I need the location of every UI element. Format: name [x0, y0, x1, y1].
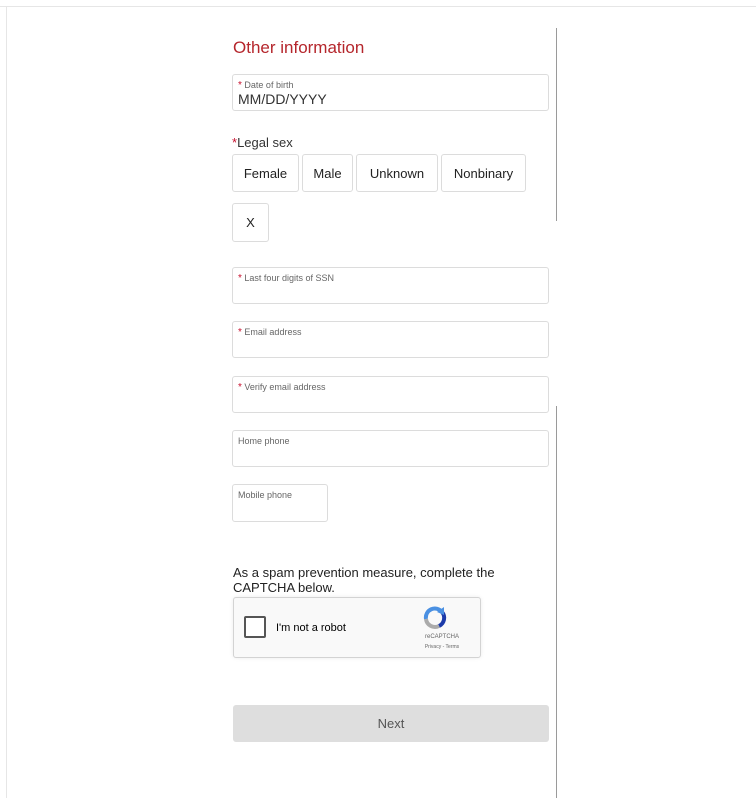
- mobile-phone-label: Mobile phone: [238, 490, 293, 500]
- recaptcha-checkbox[interactable]: [244, 616, 266, 638]
- required-marker: *: [238, 273, 242, 284]
- mobile-phone-field[interactable]: Mobile phone: [232, 484, 328, 522]
- required-marker: *: [238, 80, 242, 91]
- required-marker: *: [238, 327, 242, 338]
- home-phone-label: Home phone: [238, 436, 290, 446]
- legal-sex-label: *Legal sex: [232, 135, 293, 150]
- legal-sex-option-x[interactable]: X: [232, 203, 269, 242]
- recaptcha-logo-icon: [423, 606, 447, 629]
- home-phone-field[interactable]: Home phone: [232, 430, 549, 467]
- frame-left-border: [6, 6, 7, 798]
- date-of-birth-placeholder: MM/DD/YYYY: [238, 91, 327, 107]
- ssn-last-four-label: * Last four digits of SSN: [238, 273, 334, 284]
- section-title: Other information: [233, 38, 365, 57]
- divider-line-top: [556, 28, 557, 221]
- recaptcha-label: I'm not a robot: [276, 622, 346, 634]
- recaptcha-brand: reCAPTCHA: [424, 634, 459, 640]
- ssn-last-four-field[interactable]: * Last four digits of SSN: [232, 267, 549, 304]
- recaptcha-widget: I'm not a robot reCAPTCHA Privacy - Term…: [233, 597, 481, 658]
- verify-email-field[interactable]: * Verify email address: [232, 376, 549, 413]
- email-field[interactable]: * Email address: [232, 321, 549, 358]
- required-marker: *: [238, 382, 242, 393]
- legal-sex-option-unknown[interactable]: Unknown: [356, 154, 438, 192]
- date-of-birth-field[interactable]: * Date of birth MM/DD/YYYY: [232, 74, 549, 111]
- recaptcha-privacy-terms[interactable]: Privacy - Terms: [414, 644, 470, 650]
- date-of-birth-label: * Date of birth: [238, 80, 294, 91]
- legal-sex-option-nonbinary[interactable]: Nonbinary: [441, 154, 526, 192]
- legal-sex-option-female[interactable]: Female: [232, 154, 299, 192]
- frame-top-border: [0, 6, 756, 7]
- legal-sex-option-male[interactable]: Male: [302, 154, 353, 192]
- divider-line-bottom: [556, 406, 557, 798]
- verify-email-label: * Verify email address: [238, 382, 326, 393]
- spam-prevention-text: As a spam prevention measure, complete t…: [233, 565, 495, 595]
- next-button[interactable]: Next: [233, 705, 549, 742]
- email-label: * Email address: [238, 327, 302, 338]
